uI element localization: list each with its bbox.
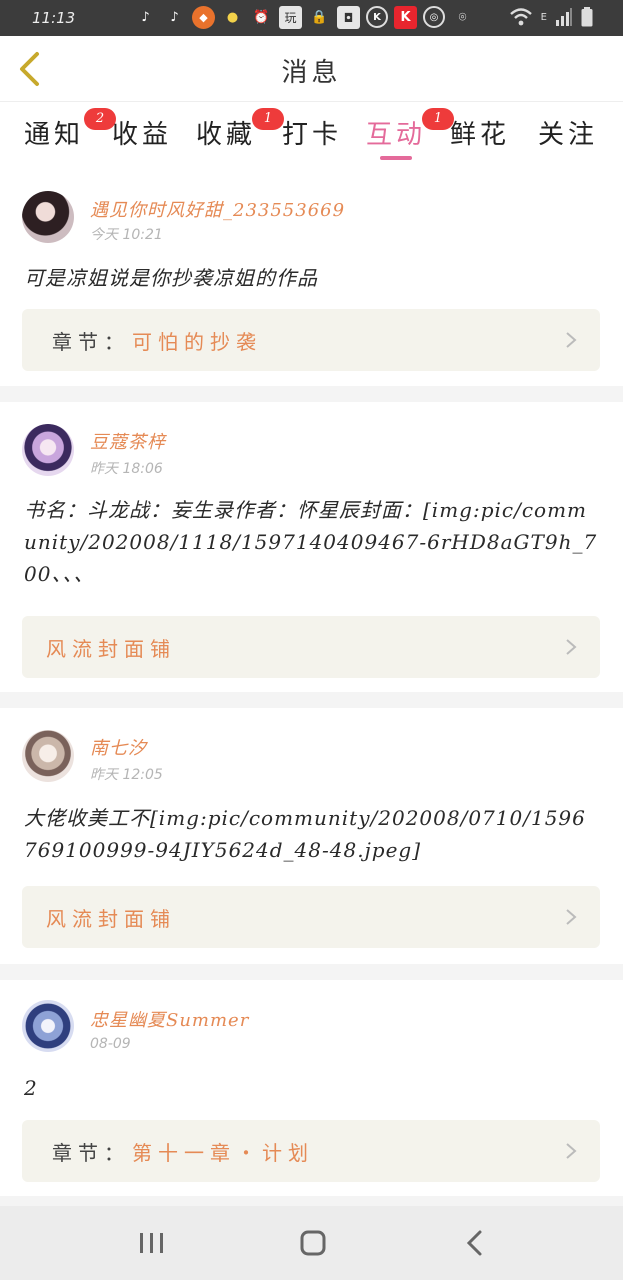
link-text: 风流封面铺 xyxy=(46,637,176,661)
status-icons: ♪ ♪ ◆ ● ⏰ 玩 🔒 ◘ K K ◎ ⌾ xyxy=(134,6,474,29)
tab-label: 通知 xyxy=(24,120,85,150)
tab-interaction[interactable]: 互动 1 xyxy=(366,108,454,151)
chapter-link[interactable]: 章节： 可怕的抄袭 xyxy=(22,309,600,371)
alarm-icon: ⏰ xyxy=(253,10,270,25)
user-name[interactable]: 豆蔻茶梓 xyxy=(90,428,166,454)
tab-income[interactable]: 收益 xyxy=(112,114,172,151)
recent-apps-icon[interactable] xyxy=(132,1226,172,1260)
app-wan-icon: 玩 xyxy=(279,6,302,29)
message-card: 忠星幽夏Summer 08-09 2 章节： 第十一章・计划 xyxy=(0,980,623,1196)
avatar[interactable] xyxy=(22,730,74,782)
status-time: 11:13 xyxy=(32,9,76,27)
status-bar: 11:13 ♪ ♪ ◆ ● ⏰ 玩 🔒 ◘ K K ◎ ⌾ E xyxy=(0,0,623,36)
brave-icon: ◆ xyxy=(192,6,215,29)
tiktok-icon: ♪ xyxy=(141,10,150,25)
tiktok-icon: ♪ xyxy=(170,10,179,25)
location-icon: ⌾ xyxy=(458,10,467,25)
message-time: 昨天 12:05 xyxy=(90,767,163,783)
wifi-icon xyxy=(509,8,532,26)
k-circle-icon: K xyxy=(366,6,388,28)
link-prefix: 章节： xyxy=(52,330,130,354)
avatar[interactable] xyxy=(22,1000,74,1052)
app-header: 消息 xyxy=(0,36,623,102)
message-time: 08-09 xyxy=(90,1036,131,1052)
message-time: 今天 10:21 xyxy=(90,227,163,243)
kuaishou-icon: K xyxy=(394,6,417,29)
tab-label: 关注 xyxy=(538,120,599,150)
tab-bar: 通知 2 收益 收藏 1 打卡 互动 1 鲜花 关注 xyxy=(0,102,623,174)
lock-icon: 🔒 xyxy=(311,10,328,25)
tab-checkin[interactable]: 打卡 xyxy=(282,114,342,151)
link-text: 可怕的抄袭 xyxy=(132,330,262,354)
tab-label: 互动 xyxy=(366,120,427,150)
tab-label: 打卡 xyxy=(282,120,343,150)
tab-badge: 1 xyxy=(252,108,284,130)
avatar[interactable] xyxy=(22,424,74,476)
community-link[interactable]: 风流封面铺 xyxy=(22,886,600,948)
active-tab-indicator xyxy=(380,156,412,160)
home-icon[interactable] xyxy=(293,1226,333,1260)
message-content: 2 xyxy=(24,1076,38,1100)
chapter-link[interactable]: 章节： 第十一章・计划 xyxy=(22,1120,600,1182)
tab-label: 收藏 xyxy=(196,120,257,150)
bulb-icon: ● xyxy=(226,10,239,25)
community-link[interactable]: 风流封面铺 xyxy=(22,616,600,678)
message-content: 书名：斗龙战：妄生录作者：怀星辰封面：[img:pic/community/20… xyxy=(24,498,598,586)
message-content: 可是凉姐说是你抄袭凉姐的作品 xyxy=(24,266,318,290)
user-name[interactable]: 忠星幽夏Summer xyxy=(90,1006,249,1032)
message-time: 昨天 18:06 xyxy=(90,461,163,477)
link-prefix: 章节： xyxy=(52,1141,130,1165)
chevron-right-icon xyxy=(566,909,577,925)
page-title: 消息 xyxy=(281,58,342,88)
tab-favorites[interactable]: 收藏 1 xyxy=(196,108,284,151)
message-card: 豆蔻茶梓 昨天 18:06 书名：斗龙战：妄生录作者：怀星辰封面：[img:pi… xyxy=(0,402,623,692)
system-nav-bar xyxy=(0,1206,623,1280)
message-card: 南七汐 昨天 12:05 大佬收美工不[img:pic/community/20… xyxy=(0,708,623,964)
cycle-icon: ◎ xyxy=(423,6,445,28)
signal-icon xyxy=(556,8,572,26)
battery-icon xyxy=(581,7,593,27)
back-icon[interactable] xyxy=(456,1226,496,1260)
chevron-right-icon xyxy=(566,332,577,348)
user-name[interactable]: 南七汐 xyxy=(90,734,147,760)
chevron-right-icon xyxy=(566,1143,577,1159)
signal-label: E xyxy=(540,11,547,23)
link-text: 风流封面铺 xyxy=(46,907,176,931)
status-right: E xyxy=(509,7,593,27)
chevron-right-icon xyxy=(566,639,577,655)
message-card: 遇见你时风好甜_233553669 今天 10:21 可是凉姐说是你抄袭凉姐的作… xyxy=(0,174,623,386)
tab-notice[interactable]: 通知 2 xyxy=(24,108,116,151)
tab-label: 鲜花 xyxy=(450,120,511,150)
link-text: 第十一章・计划 xyxy=(132,1141,314,1165)
tab-follow[interactable]: 关注 xyxy=(538,114,598,151)
box-icon: ◘ xyxy=(337,6,360,29)
tab-flowers[interactable]: 鲜花 xyxy=(450,114,510,151)
tab-label: 收益 xyxy=(112,120,173,150)
message-content: 大佬收美工不[img:pic/community/202008/0710/159… xyxy=(24,806,586,862)
avatar[interactable] xyxy=(22,191,74,243)
user-name[interactable]: 遇见你时风好甜_233553669 xyxy=(90,196,345,222)
